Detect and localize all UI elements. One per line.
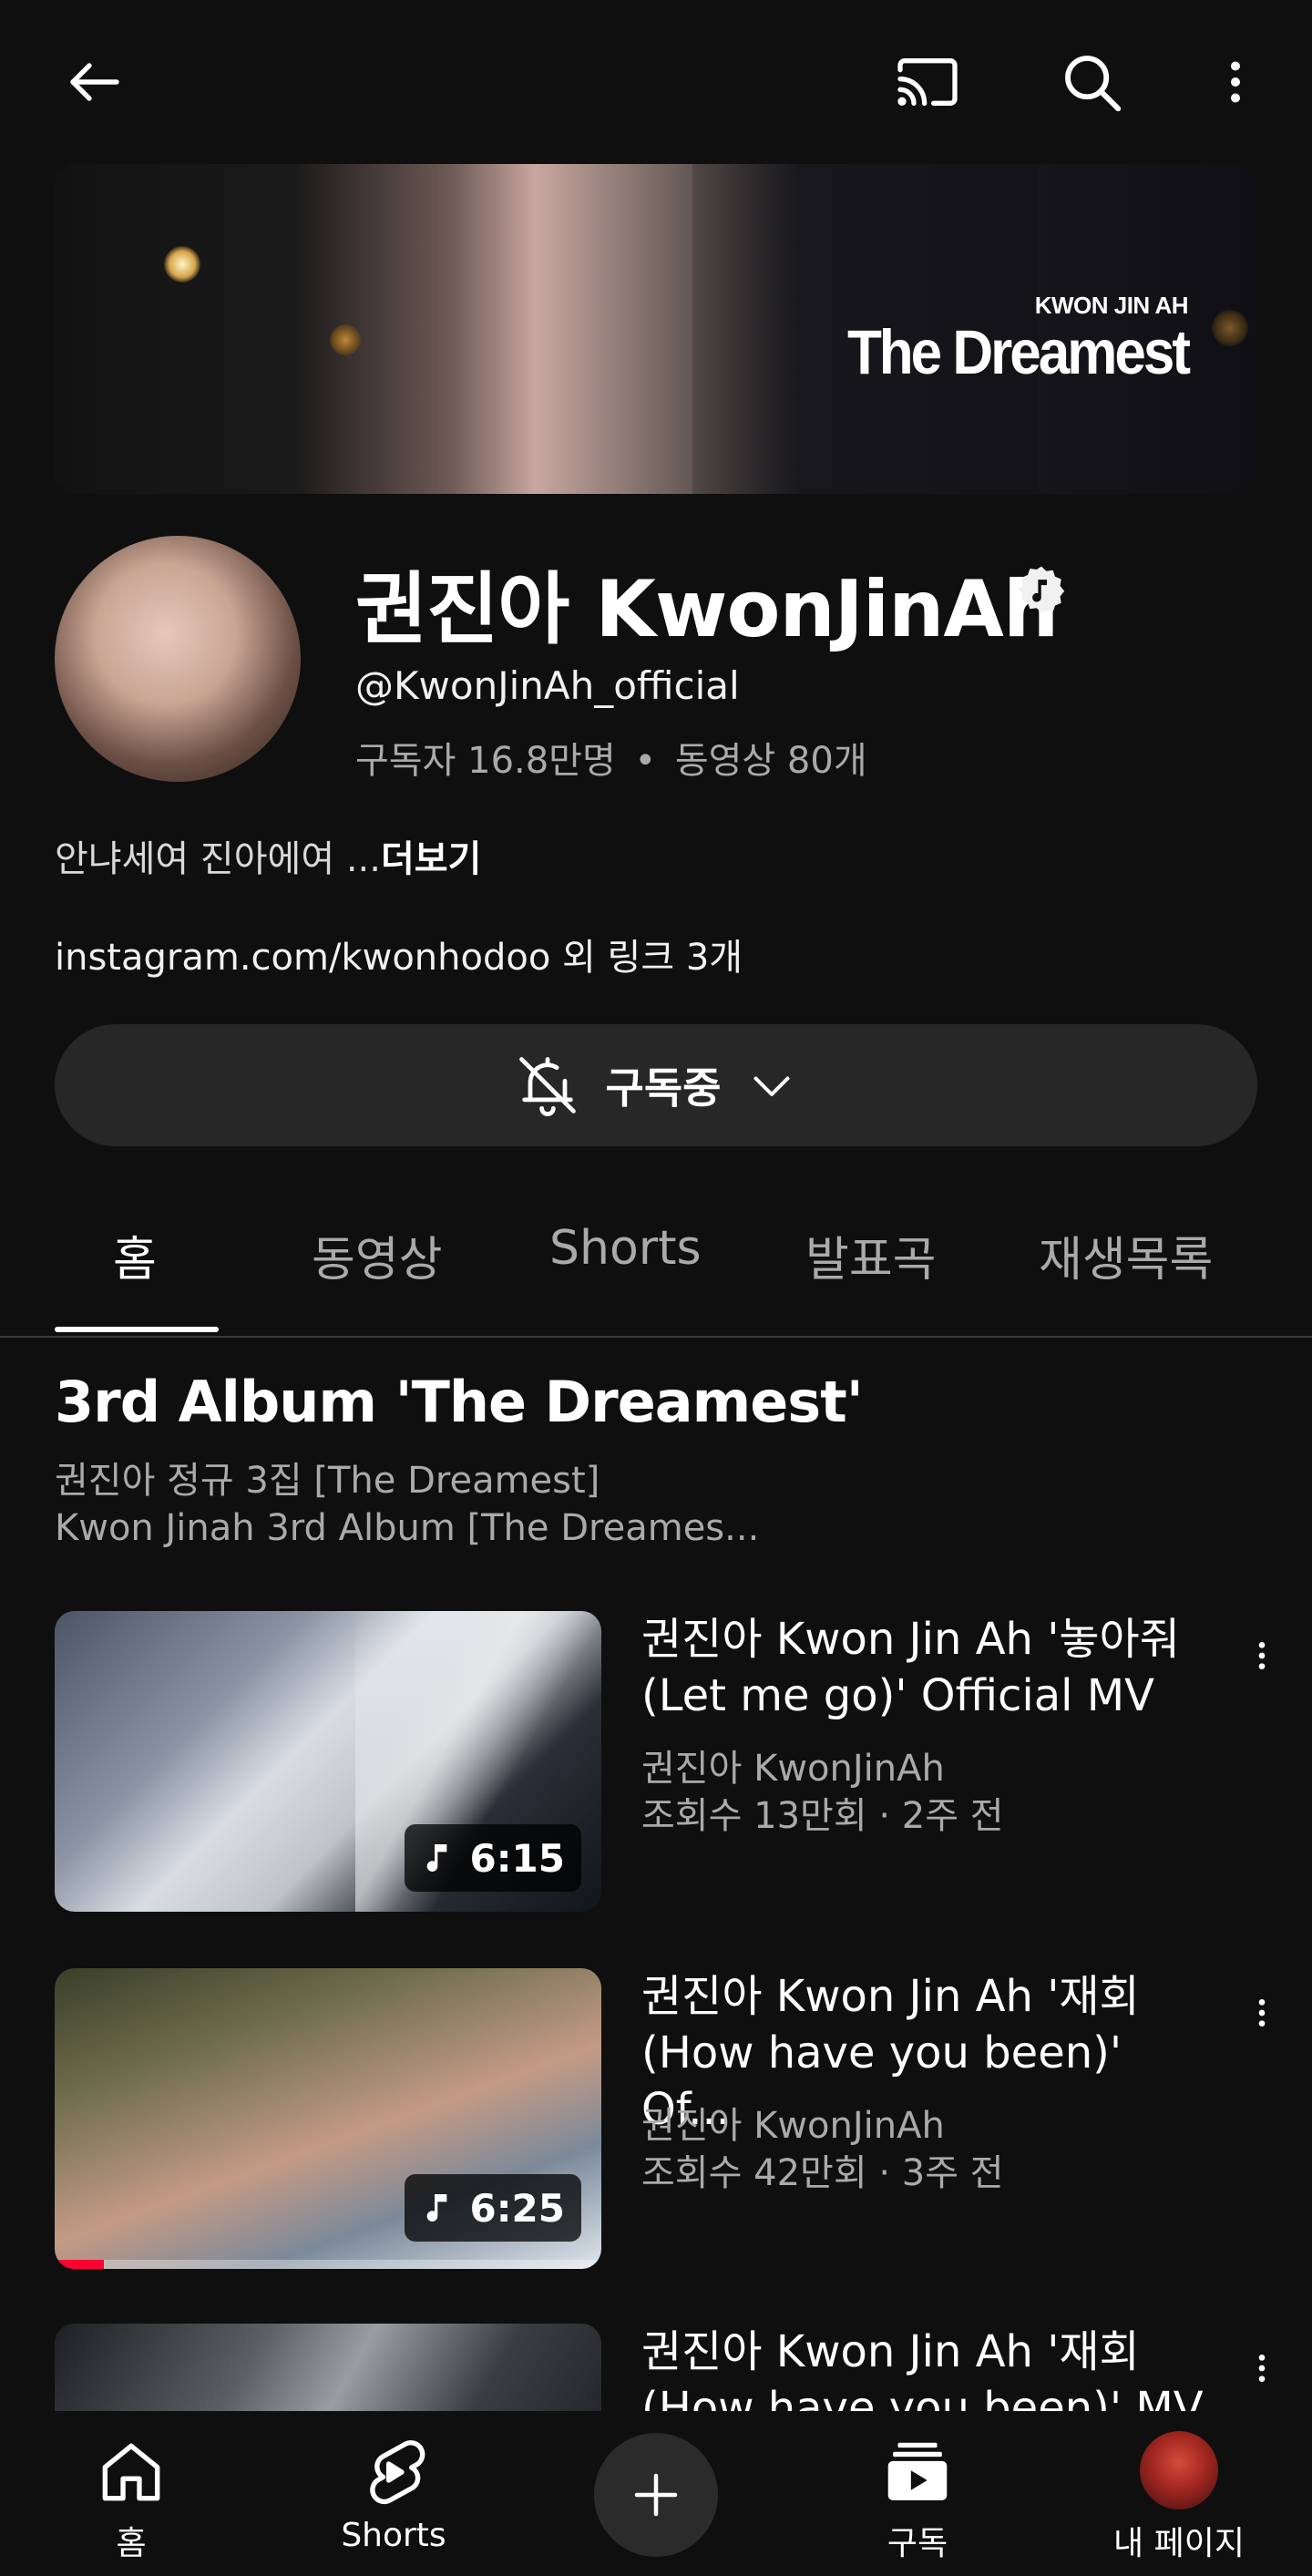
tab-shorts[interactable]: Shorts	[549, 1221, 702, 1276]
channel-tabs: 홈 동영상 Shorts 발표곡 재생목록	[0, 1185, 1312, 1338]
video-more-button[interactable]	[1239, 1981, 1285, 2045]
user-avatar	[1140, 2431, 1218, 2509]
tab-playlists[interactable]: 재생목록	[1039, 1221, 1213, 1289]
video-more-button[interactable]	[1239, 2336, 1285, 2400]
duration-badge: 6:25	[404, 2174, 581, 2242]
channel-description[interactable]: 안냐세여 진아에여 ...더보기	[55, 829, 481, 882]
plus-icon	[634, 2473, 678, 2517]
section-title[interactable]: 3rd Album 'The Dreamest'	[55, 1369, 864, 1435]
home-icon	[102, 2443, 160, 2501]
section-subtitle-2: Kwon Jinah 3rd Album [The Dreames...	[55, 1507, 760, 1549]
more-vertical-icon	[1258, 1642, 1266, 1669]
subscribed-button[interactable]: 구독중	[55, 1024, 1257, 1146]
tab-releases[interactable]: 발표곡	[805, 1221, 937, 1289]
duration-text: 6:25	[469, 2185, 565, 2231]
channel-stats: 구독자 16.8만명 • 동영상 80개	[355, 731, 867, 784]
create-button[interactable]	[594, 2433, 718, 2557]
back-button[interactable]	[56, 44, 133, 120]
chevron-down-icon	[753, 1076, 790, 1096]
channel-name: 권진아 KwonJinAh	[355, 564, 1059, 655]
music-note-icon	[426, 1844, 446, 1872]
tab-videos[interactable]: 동영상	[312, 1221, 443, 1289]
subscriptions-icon	[887, 2442, 948, 2500]
tab-home[interactable]: 홈	[113, 1221, 157, 1289]
arrow-left-icon	[70, 63, 119, 101]
cast-icon	[897, 58, 958, 107]
search-button[interactable]	[1053, 44, 1130, 120]
watch-progress-track	[55, 2260, 601, 2269]
nav-shorts-label: Shorts	[341, 2517, 446, 2554]
watch-progress-bar	[55, 2260, 104, 2269]
nav-me-label: 내 페이지	[1113, 2525, 1245, 2562]
bottom-navigation: 홈 Shorts 구독 내 페이지	[0, 2411, 1312, 2576]
video-thumbnail[interactable]: 6:25	[55, 1968, 601, 2269]
video-meta: 조회수 42만회 · 3주 전	[641, 2152, 1004, 2194]
video-thumbnail[interactable]	[55, 2324, 601, 2411]
active-tab-indicator	[55, 1327, 219, 1332]
subscriber-count: 구독자 16.8만명	[355, 740, 616, 782]
shorts-icon	[370, 2440, 425, 2505]
duration-badge: 6:15	[404, 1824, 581, 1892]
nav-me[interactable]: 내 페이지	[1088, 2411, 1270, 2576]
bokeh-light	[164, 246, 200, 282]
description-text: 안냐세여 진아에여 ...	[55, 838, 381, 880]
video-item[interactable]: 6:25 권진아 Kwon Jin Ah '재회 (How have you b…	[0, 1968, 1312, 2278]
section-subtitle: 권진아 정규 3집 [The Dreamest]	[55, 1460, 600, 1502]
top-app-bar	[0, 0, 1312, 164]
video-title[interactable]: 권진아 Kwon Jin Ah '놓아줘 (Let me go)' Offici…	[641, 1611, 1215, 1724]
duration-text: 6:15	[469, 1835, 565, 1881]
channel-avatar[interactable]	[55, 536, 301, 782]
video-more-button[interactable]	[1239, 1624, 1285, 1688]
video-item[interactable]: 권진아 Kwon Jin Ah '재회 (How have you been)'…	[0, 2324, 1312, 2411]
more-vertical-icon	[1258, 1999, 1266, 2027]
video-item[interactable]: 6:15 권진아 Kwon Jin Ah '놓아줘 (Let me go)' O…	[0, 1611, 1312, 1921]
channel-banner: KWON JIN AH The Dreamest	[55, 164, 1257, 494]
search-icon	[1065, 56, 1122, 112]
bokeh-light	[330, 324, 361, 355]
nav-shorts[interactable]: Shorts	[302, 2411, 485, 2576]
more-link[interactable]: 더보기	[381, 838, 481, 880]
more-options-button[interactable]	[1197, 44, 1274, 120]
channel-links[interactable]: instagram.com/kwonhodoo 외 링크 3개	[55, 928, 743, 980]
banner-artist-text: KWON JIN AH	[1034, 292, 1189, 319]
video-count: 동영상 80개	[674, 740, 867, 782]
video-thumbnail[interactable]: 6:15	[55, 1611, 601, 1912]
more-vertical-icon	[1258, 2355, 1266, 2382]
cast-button[interactable]	[889, 44, 966, 120]
subscribed-label: 구독중	[605, 1063, 722, 1113]
more-vertical-icon	[1231, 61, 1240, 103]
channel-handle: @KwonJinAh_official	[355, 663, 740, 708]
stats-separator: •	[634, 740, 657, 782]
notifications-off-icon	[518, 1057, 576, 1117]
nav-subscriptions-label: 구독	[887, 2525, 948, 2562]
video-channel: 권진아 KwonJinAh	[641, 2105, 945, 2147]
nav-home-label: 홈	[116, 2525, 147, 2562]
nav-home[interactable]: 홈	[40, 2411, 222, 2576]
video-channel: 권진아 KwonJinAh	[641, 1748, 945, 1790]
video-title[interactable]: 권진아 Kwon Jin Ah '재회 (How have you been)'…	[641, 2324, 1215, 2411]
video-meta: 조회수 13만회 · 2주 전	[641, 1795, 1004, 1837]
banner-album-title: The Dreamest	[846, 318, 1191, 388]
bokeh-light	[1212, 310, 1248, 346]
verified-music-icon	[1018, 566, 1065, 613]
music-note-icon	[426, 2194, 446, 2222]
nav-subscriptions[interactable]: 구독	[826, 2411, 1009, 2576]
